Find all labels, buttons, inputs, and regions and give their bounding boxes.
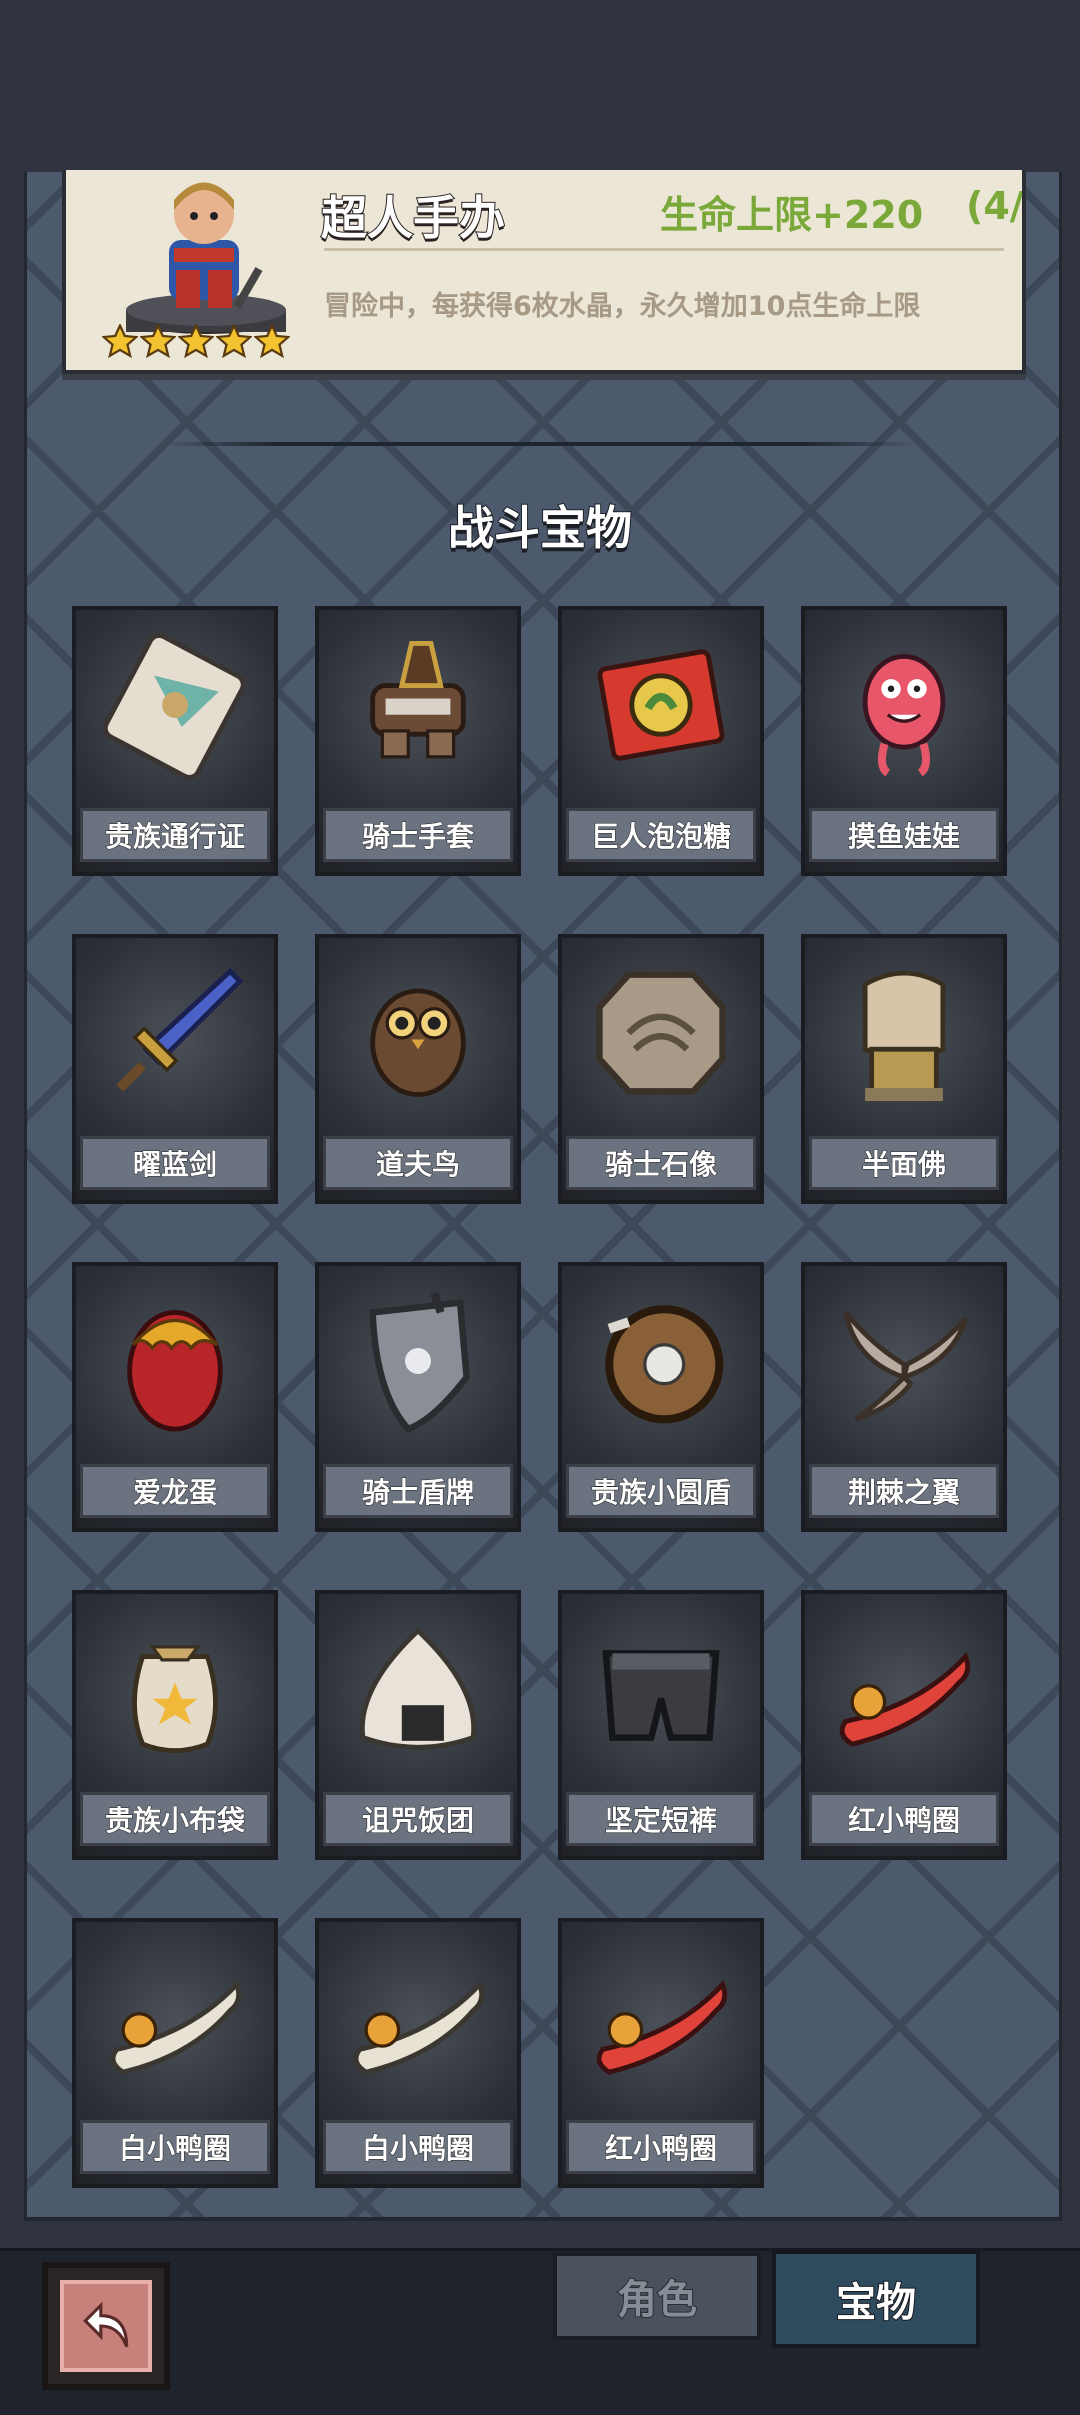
return-arrow-icon — [83, 2301, 129, 2348]
treasure-card[interactable]: 骑士手套 — [315, 606, 521, 876]
treasure-card[interactable]: 巨人泡泡糖 — [558, 606, 764, 876]
treasure-card[interactable]: 诅咒饭团 — [315, 1590, 521, 1860]
treasure-card[interactable]: 白小鸭圈 — [315, 1918, 521, 2188]
treasure-card[interactable]: 荆棘之翼 — [801, 1262, 1007, 1532]
treasure-name: 白小鸭圈 — [80, 2120, 270, 2174]
pass-card-icon — [102, 633, 246, 780]
red-duck-ring-icon — [839, 1652, 971, 1747]
treasure-grid: 贵族通行证 骑士手套 巨人泡泡糖 摸鱼娃娃 曜蓝剑 道夫鸟 骑士石像 半面佛 爱… — [72, 606, 1007, 2188]
star-icon — [254, 324, 290, 359]
section-title: 战斗宝物 — [447, 500, 633, 556]
treasure-card[interactable]: 摸鱼娃娃 — [801, 606, 1007, 876]
red-duck-ring-icon — [596, 1980, 728, 2075]
tab-treasure[interactable]: 宝物 — [772, 2250, 980, 2348]
treasure-card[interactable]: 贵族通行证 — [72, 606, 278, 876]
star-icon — [178, 324, 214, 359]
featured-treasure-name: 超人手办 — [320, 190, 506, 246]
treasure-name: 诅咒饭团 — [323, 1792, 513, 1846]
treasure-name: 红小鸭圈 — [809, 1792, 999, 1846]
treasure-name: 摸鱼娃娃 — [809, 808, 999, 862]
treasure-name: 白小鸭圈 — [323, 2120, 513, 2174]
treasure-name: 红小鸭圈 — [566, 2120, 756, 2174]
treasure-card[interactable]: 曜蓝剑 — [72, 934, 278, 1204]
section-divider — [160, 442, 920, 446]
treasure-name: 骑士手套 — [323, 808, 513, 862]
stone-plaque-icon — [596, 971, 726, 1095]
featured-treasure-progress: (4/6 — [966, 184, 1022, 228]
treasure-card[interactable]: 道夫鸟 — [315, 934, 521, 1204]
treasure-name: 骑士盾牌 — [323, 1464, 513, 1518]
treasure-name: 坚定短裤 — [566, 1792, 756, 1846]
star-icon — [140, 324, 176, 359]
treasure-card[interactable]: 红小鸭圈 — [558, 1918, 764, 2188]
featured-treasure-description: 冒险中，每获得6枚水晶，永久增加10点生命上限 — [324, 291, 921, 322]
treasure-name: 荆棘之翼 — [809, 1464, 999, 1518]
white-duck-ring-icon — [110, 1980, 242, 2075]
bubble-gum-icon — [597, 649, 725, 761]
treasure-name: 贵族小圆盾 — [566, 1464, 756, 1518]
treasure-card[interactable]: 骑士石像 — [558, 934, 764, 1204]
armor-shorts-icon — [602, 1650, 720, 1741]
treasure-card[interactable]: 贵族小圆盾 — [558, 1262, 764, 1532]
rice-ball-icon — [359, 1627, 477, 1750]
owl-icon — [370, 988, 466, 1097]
knight-gauntlet-icon — [370, 641, 466, 759]
treasure-card[interactable]: 半面佛 — [801, 934, 1007, 1204]
star-icon — [102, 324, 138, 359]
dragon-egg-icon — [127, 1309, 223, 1432]
blue-sword-icon — [116, 968, 244, 1092]
pink-doll-icon — [862, 653, 946, 777]
treasure-card[interactable]: 爱龙蛋 — [72, 1262, 278, 1532]
featured-treasure-card[interactable]: 超人手办 生命上限+220 (4/6 冒险中，每获得6枚水晶，永久增加10点生命… — [62, 170, 1026, 374]
star-icon — [216, 324, 252, 359]
half-buddha-icon — [862, 970, 946, 1102]
star-rating — [102, 324, 290, 360]
treasure-card[interactable]: 白小鸭圈 — [72, 1918, 278, 2188]
round-shield-icon — [605, 1305, 724, 1424]
treasure-name: 道夫鸟 — [323, 1136, 513, 1190]
treasure-card[interactable]: 骑士盾牌 — [315, 1262, 521, 1532]
thorn-wings-icon — [843, 1310, 968, 1422]
treasure-name: 曜蓝剑 — [80, 1136, 270, 1190]
white-duck-ring-icon — [353, 1980, 485, 2075]
treasure-name: 巨人泡泡糖 — [566, 808, 756, 862]
treasure-card[interactable]: 红小鸭圈 — [801, 1590, 1007, 1860]
back-button[interactable] — [42, 2262, 170, 2390]
cloth-bag-icon — [132, 1645, 218, 1753]
treasure-name: 贵族通行证 — [80, 808, 270, 862]
treasure-name: 爱龙蛋 — [80, 1464, 270, 1518]
treasure-card[interactable]: 坚定短裤 — [558, 1590, 764, 1860]
featured-treasure-bonus: 生命上限+220 — [660, 193, 924, 237]
treasure-name: 贵族小布袋 — [80, 1792, 270, 1846]
top-bar — [0, 0, 1080, 175]
back-button-face — [60, 2280, 152, 2372]
banner-divider — [324, 248, 1004, 251]
treasure-name: 骑士石像 — [566, 1136, 756, 1190]
tab-role[interactable]: 角色 — [553, 2252, 761, 2340]
knight-shield-icon — [369, 1291, 470, 1433]
treasure-name: 半面佛 — [809, 1136, 999, 1190]
treasure-card[interactable]: 贵族小布袋 — [72, 1590, 278, 1860]
